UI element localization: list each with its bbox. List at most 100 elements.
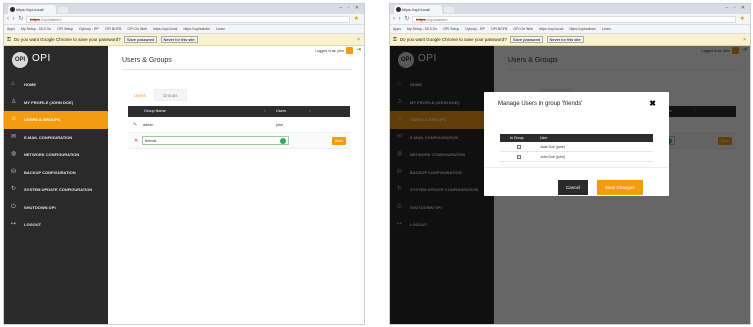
sidebar: OPI OPI ⌂HOME ♙MY PROFILE (John Doe) ☺US… [4, 46, 108, 324]
table-row: John Doe (john) [500, 152, 653, 162]
sidebar-item-home[interactable]: ⌂HOME [4, 76, 108, 94]
bookmark-item[interactable]: https://opi/admin/ [183, 27, 210, 31]
never-save-button[interactable]: Never for this site [546, 36, 584, 44]
col-users[interactable]: Users [276, 106, 286, 117]
edit-pencil-icon[interactable]: ✎ [133, 117, 137, 133]
close-icon[interactable]: ✖ [649, 99, 656, 108]
save-changes-button[interactable]: Save Changes [597, 180, 643, 195]
in-group-checkbox[interactable] [517, 145, 521, 149]
tabs: UsersGroups [126, 84, 187, 101]
address-bar: ‹ › ↻ https://opi/admin/ ★ [390, 14, 750, 25]
bookmarks-bar: Apps My Setup - 53.0 Ox OPI Setup Dyboxy… [390, 25, 750, 34]
bookmark-item[interactable]: My Setup - 53.0 Ox [407, 27, 437, 31]
favicon-icon [10, 7, 15, 12]
table-row[interactable]: ✎ admin john [128, 117, 350, 133]
bookmark-item[interactable]: https://opi.local/ [539, 27, 563, 31]
browser-tab[interactable]: https://opi.local/ [394, 5, 442, 14]
logout-icon[interactable]: ⇥ [356, 46, 361, 53]
never-save-button[interactable]: Never for this site [160, 36, 198, 44]
bookmark-item[interactable]: OPI On Web [127, 27, 147, 31]
url-field[interactable]: https://opi/admin/ [26, 16, 350, 23]
new-tab-button[interactable] [58, 7, 68, 13]
group-users-cell: john [276, 123, 284, 127]
bookmark-item[interactable]: Dyboxy - RP [79, 27, 99, 31]
brand[interactable]: OPI OPI [4, 46, 108, 76]
address-bar: ‹ › ↻ https://opi/admin/ ★ [4, 14, 364, 25]
sidebar-item-logout[interactable]: ↦LOGOUT [4, 216, 108, 234]
browser-tab[interactable]: https://opi.local/ [8, 5, 56, 14]
bookmark-star-icon[interactable]: ★ [740, 15, 745, 22]
table-row-new: ✕ Save [128, 133, 350, 149]
close-icon[interactable]: × [743, 34, 746, 46]
screenshot-users-groups: https://opi.local/ ‒ ▫ ✕ ‹ › ↻ https://o… [3, 3, 365, 325]
modal-title: Manage Users in group 'friends' [498, 101, 583, 107]
screenshot-manage-users-modal: https://opi.local/ ‒ ▫ ✕ ‹ › ↻ https://o… [389, 3, 751, 325]
sidebar-item-my-profile[interactable]: ♙MY PROFILE (John Doe) [4, 94, 108, 112]
logged-in-label: Logged in as: john [315, 49, 344, 53]
bookmarks-bar: Apps My Setup - 53.0 Ox OPI Setup Dyboxy… [4, 25, 364, 34]
cancel-button[interactable]: Cancel [558, 180, 589, 195]
group-name-input[interactable] [142, 136, 289, 145]
user-cell: Jane Doe (jane) [540, 145, 565, 149]
bookmark-item[interactable]: Apps [7, 27, 15, 31]
sort-icon[interactable]: ↕ [309, 106, 311, 117]
user-icon: ♙ [11, 98, 17, 105]
nav-buttons[interactable]: ‹ › ↻ [393, 15, 410, 22]
in-group-checkbox[interactable] [517, 155, 521, 159]
close-icon[interactable]: × [357, 34, 360, 46]
save-group-button[interactable]: Save [332, 137, 346, 145]
bookmark-item[interactable]: OPI BOFB [491, 27, 508, 31]
main-content: Logged in as: john ⇥ Users & Groups User… [108, 46, 364, 324]
divider [122, 69, 352, 70]
password-infobar: ⚿ Do you want Google Chrome to save your … [4, 34, 364, 46]
url-field[interactable]: https://opi/admin/ [412, 16, 736, 23]
window-controls[interactable]: ‒ ▫ ✕ [339, 5, 361, 11]
bookmark-item[interactable]: Apps [393, 27, 401, 31]
password-infobar: ⚿ Do you want Google Chrome to save your … [390, 34, 750, 46]
bookmark-item[interactable]: OPI Setup [443, 27, 459, 31]
tab-groups[interactable]: Groups [153, 89, 187, 101]
bookmark-item[interactable]: OPI On Web [513, 27, 533, 31]
home-icon: ⌂ [11, 81, 15, 87]
bookmark-star-icon[interactable]: ★ [354, 15, 359, 22]
window-controls[interactable]: ‒ ▫ ✕ [725, 5, 747, 11]
bookmark-item[interactable]: My Setup - 53.0 Ox [21, 27, 51, 31]
save-password-button[interactable]: Save password [123, 36, 158, 44]
delete-icon[interactable]: ✕ [134, 133, 138, 149]
new-tab-button[interactable] [444, 7, 454, 13]
browser-tab-strip: https://opi.local/ ‒ ▫ ✕ [4, 4, 364, 14]
nav-buttons[interactable]: ‹ › ↻ [7, 15, 24, 22]
opi-logo-icon: OPI [12, 52, 28, 68]
bookmark-item[interactable]: https://opi.local/ [153, 27, 177, 31]
key-icon: ⚿ [393, 37, 397, 43]
infobar-text: Do you want Google Chrome to save your p… [13, 37, 121, 42]
sidebar-item-system-update[interactable]: ↻SYSTEM UPDATE CONFIGURATION [4, 181, 108, 199]
globe-icon: ◍ [11, 151, 17, 157]
bookmark-item[interactable]: Learn [602, 27, 611, 31]
bookmark-item[interactable]: Dyboxy - RP [465, 27, 485, 31]
sidebar-item-shutdown[interactable]: ⏻SHUTDOWN OPI [4, 199, 108, 217]
members-table: In Group User Jane Doe (jane) John Doe (… [500, 134, 653, 162]
page-title: Users & Groups [122, 57, 172, 64]
save-password-button[interactable]: Save password [509, 36, 544, 44]
sidebar-item-backup[interactable]: ⛁BACKUP CONFIGURATION [4, 164, 108, 182]
bookmark-item[interactable]: https://opi/admin/ [569, 27, 596, 31]
valid-check-icon [280, 138, 286, 144]
tab-users[interactable]: Users [126, 90, 154, 102]
user-avatar-icon[interactable] [346, 47, 353, 54]
opi-app: OPI OPI ⌂HOME ♙MY PROFILE (John Doe) ☺US… [390, 46, 750, 324]
bookmark-item[interactable]: OPI BOFB [105, 27, 122, 31]
bookmark-item[interactable]: Learn [216, 27, 225, 31]
groups-table: Group Name ↕ Users ↕ ✎ admin john ✕ Save [128, 106, 350, 149]
col-group-name[interactable]: Group Name [144, 106, 166, 117]
logout-icon: ↦ [11, 221, 17, 227]
sidebar-item-network[interactable]: ◍NETWORK CONFIGURATION [4, 146, 108, 164]
manage-users-modal: Manage Users in group 'friends' ✖ In Gro… [484, 92, 669, 196]
bookmark-item[interactable]: OPI Setup [57, 27, 73, 31]
table-row: Jane Doe (jane) [500, 142, 653, 152]
sort-icon[interactable]: ↕ [264, 106, 266, 117]
browser-tab-title: https://opi.local/ [16, 7, 44, 12]
col-user: User [540, 136, 548, 140]
sidebar-item-users-groups[interactable]: ☺USERS & GROUPS [4, 111, 108, 129]
sidebar-item-email[interactable]: ✉E-MAIL CONFIGURATION [4, 129, 108, 147]
